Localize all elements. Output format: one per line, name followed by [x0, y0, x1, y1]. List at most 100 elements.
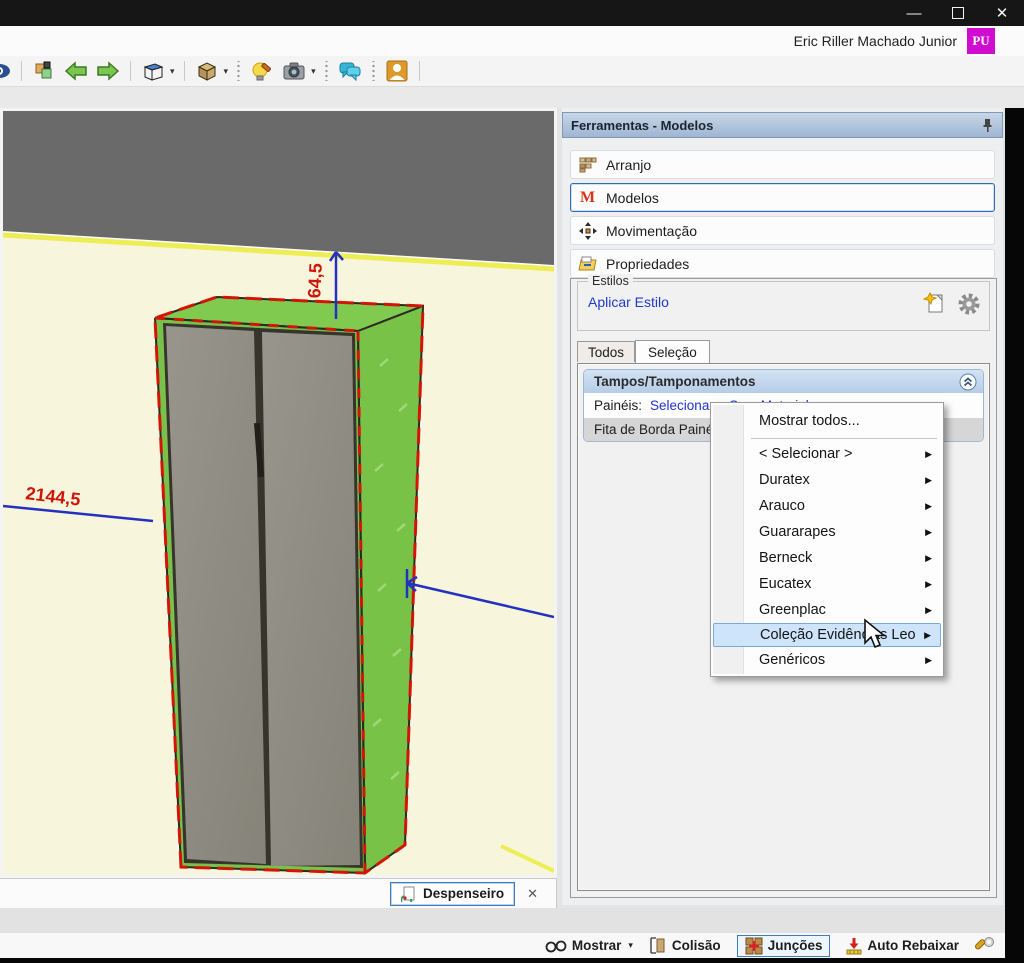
close-button[interactable]: ✕ — [980, 0, 1024, 26]
paineis-label: Painéis: — [594, 398, 642, 413]
juncoes-button[interactable]: Junções — [737, 935, 831, 957]
scene-3d: 2144,5 64,5 — [3, 111, 554, 875]
wrench-button[interactable] — [975, 936, 995, 956]
forward-arrow-icon[interactable] — [95, 59, 121, 83]
tab-close-icon[interactable]: ✕ — [527, 886, 538, 902]
status-strip — [0, 908, 1005, 933]
auto-rebaixar-icon — [846, 937, 862, 955]
user-name: Eric Riller Machado Junior — [794, 33, 957, 49]
restore-button[interactable] — [936, 0, 980, 26]
camera-icon[interactable] — [281, 59, 307, 83]
sidebar-item-modelos[interactable]: M Modelos — [570, 183, 995, 212]
document-icon — [401, 886, 417, 902]
sidebar-item-label: Arranjo — [606, 157, 651, 173]
back-arrow-icon[interactable] — [63, 59, 89, 83]
sidebar-item-label: Modelos — [606, 190, 659, 206]
chevron-down-icon[interactable]: ▾ — [311, 66, 316, 77]
wireframe-view-icon[interactable] — [140, 59, 166, 83]
viewport-3d[interactable]: 2144,5 64,5 — [0, 108, 557, 878]
cabinet[interactable] — [155, 297, 423, 873]
submenu-arrow-icon: ▶ — [925, 501, 932, 512]
tampos-header[interactable]: Tampos/Tamponamentos — [584, 370, 983, 393]
window-gap-strip — [0, 87, 1024, 108]
chevron-down-icon[interactable]: ▾ — [224, 66, 229, 77]
pin-icon[interactable] — [981, 118, 994, 132]
account-icon[interactable] — [384, 59, 410, 83]
menu-separator — [751, 438, 937, 439]
toolbar-grip — [324, 61, 329, 81]
menu-item-arauco[interactable]: Arauco ▶ — [713, 493, 941, 519]
menu-item-guararapes[interactable]: Guararapes ▶ — [713, 519, 941, 545]
minimize-button[interactable]: — — [892, 0, 936, 26]
toolbar-separator — [21, 61, 22, 81]
collapse-chevron-icon[interactable] — [959, 373, 977, 391]
submenu-arrow-icon: ▶ — [924, 630, 931, 641]
tab-despenseiro[interactable]: Despenseiro — [390, 882, 515, 906]
menu-item-berneck[interactable]: Berneck ▶ — [713, 545, 941, 571]
fita-borda-label: Fita de Borda Painéi — [594, 422, 716, 437]
menu-item-eucatex[interactable]: Eucatex ▶ — [713, 571, 941, 597]
chevron-down-icon[interactable]: ▾ — [170, 66, 175, 77]
tab-selecao[interactable]: Seleção — [635, 340, 710, 363]
menu-item-genericos[interactable]: Genéricos ▶ — [713, 647, 941, 673]
document-tab-strip: Despenseiro ✕ — [0, 878, 557, 908]
screen-edge-bottom — [0, 958, 1024, 963]
arranjo-icon — [578, 155, 597, 174]
menu-item-colecao-evidencias[interactable]: Coleção Evidências Leo ▶ — [713, 623, 941, 647]
sidebar-item-arranjo[interactable]: Arranjo — [570, 150, 995, 179]
user-bar: Eric Riller Machado Junior PU — [0, 26, 1024, 56]
panel-title: Ferramentas - Modelos — [571, 118, 713, 133]
door-right[interactable] — [262, 332, 360, 866]
auto-rebaixar-button[interactable]: Auto Rebaixar — [846, 937, 959, 955]
eye-icon[interactable] — [0, 59, 12, 83]
menu-item-selecionar[interactable]: < Selecionar > ▶ — [713, 441, 941, 467]
render-view-icon[interactable] — [194, 59, 220, 83]
chat-icon[interactable] — [337, 59, 363, 83]
svg-text:64,5: 64,5 — [304, 263, 326, 299]
juncoes-icon — [745, 937, 763, 955]
colisao-button[interactable]: Colisão — [649, 937, 721, 954]
new-style-icon[interactable] — [923, 292, 947, 316]
tab-label: Despenseiro — [423, 886, 504, 901]
submenu-arrow-icon: ▶ — [925, 605, 932, 616]
light-icon[interactable] — [249, 59, 275, 83]
submenu-arrow-icon: ▶ — [925, 579, 932, 590]
title-bar: — ✕ — [0, 0, 1024, 26]
toolbar-grip — [371, 61, 376, 81]
propriedades-icon — [578, 254, 597, 273]
styles-legend: Estilos — [588, 274, 633, 288]
tampos-title: Tampos/Tamponamentos — [594, 374, 756, 389]
toolbar-separator — [184, 61, 185, 81]
sidebar-item-propriedades[interactable]: Propriedades — [570, 249, 995, 278]
mostrar-button[interactable]: Mostrar ▾ — [545, 938, 633, 953]
chevron-down-icon: ▾ — [628, 940, 633, 951]
panel-header: Ferramentas - Modelos — [562, 112, 1003, 138]
user-badge[interactable]: PU — [967, 28, 995, 54]
main-toolbar: ▾ ▾ ▾ — [0, 56, 1024, 87]
material-context-menu: Mostrar todos... < Selecionar > ▶ Durate… — [710, 402, 944, 677]
menu-item-greenplac[interactable]: Greenplac ▶ — [713, 597, 941, 623]
toolbar-separator — [130, 61, 131, 81]
menu-item-duratex[interactable]: Duratex ▶ — [713, 467, 941, 493]
submenu-arrow-icon: ▶ — [925, 655, 932, 666]
sidebar-item-movimentacao[interactable]: Movimentação — [570, 216, 995, 245]
modelos-icon: M — [578, 188, 597, 207]
restore-icon — [952, 7, 964, 19]
toolbar-separator — [419, 61, 420, 81]
screen-edge-right — [1005, 108, 1024, 963]
blocks-icon[interactable] — [31, 59, 57, 83]
door-handle — [257, 423, 261, 477]
sidebar-item-label: Propriedades — [606, 256, 689, 272]
sidebar-item-label: Movimentação — [606, 223, 697, 239]
glasses-icon — [545, 939, 567, 953]
mouse-cursor — [862, 618, 892, 655]
panel-nav-list: Arranjo M Modelos Movimentação Proprieda… — [570, 150, 995, 278]
submenu-arrow-icon: ▶ — [925, 449, 932, 460]
menu-item-mostrar-todos[interactable]: Mostrar todos... — [713, 406, 941, 436]
selection-tabs: Todos Seleção — [577, 339, 710, 362]
submenu-arrow-icon: ▶ — [925, 527, 932, 538]
tab-todos[interactable]: Todos — [577, 341, 635, 362]
styles-groupbox: Estilos Aplicar Estilo — [577, 281, 990, 331]
apply-style-link[interactable]: Aplicar Estilo — [588, 294, 669, 310]
settings-gear-icon[interactable] — [957, 292, 981, 316]
